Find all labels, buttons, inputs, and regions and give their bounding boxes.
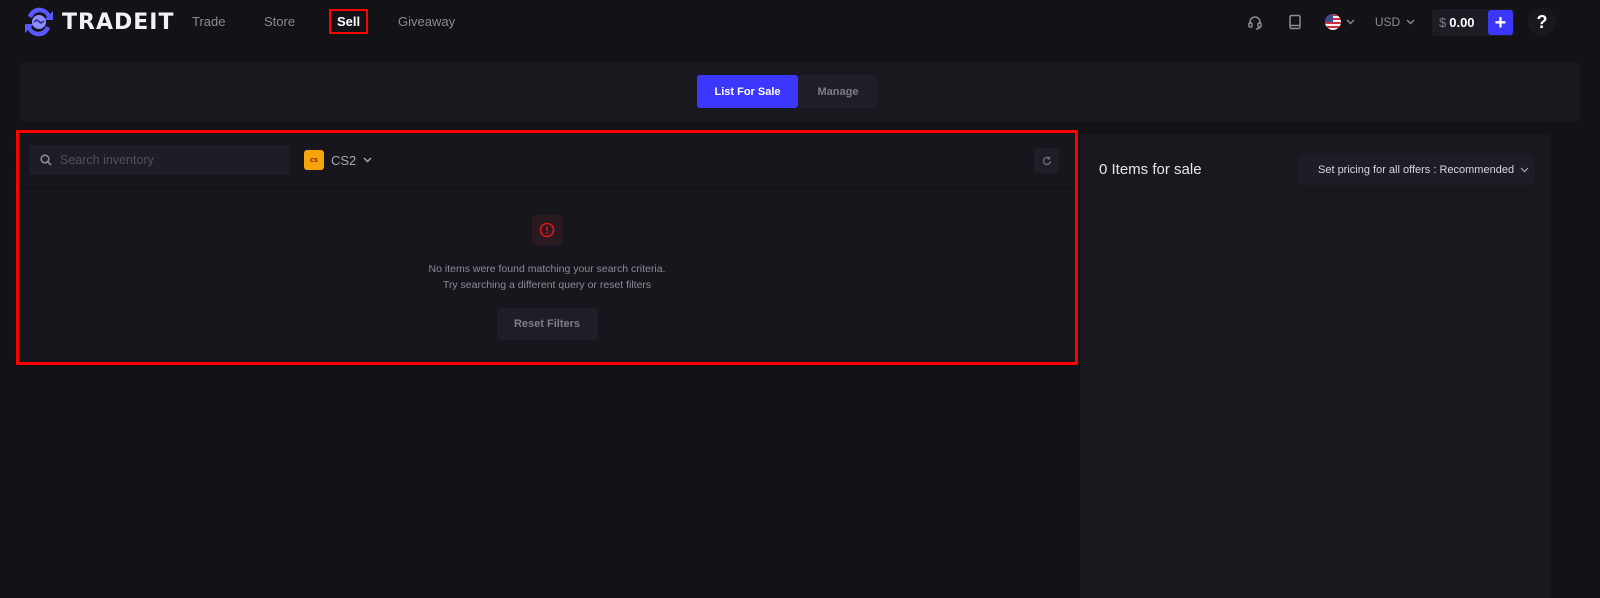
sell-tabs-panel: List For Sale Manage (20, 63, 1580, 121)
game-select[interactable]: cs CS2 (304, 149, 372, 171)
refresh-icon (1042, 156, 1051, 165)
search-box (29, 145, 289, 175)
support-button[interactable] (1245, 8, 1265, 36)
top-navigation: TRADEIT Trade Store Sell Giveaway USD $ … (0, 0, 1600, 44)
chevron-down-icon (1520, 167, 1529, 173)
inventory-toolbar: cs CS2 (19, 133, 1075, 188)
balance-currency-symbol: $ (1439, 15, 1447, 30)
tab-manage[interactable]: Manage (798, 75, 878, 108)
tradeit-logo[interactable]: TRADEIT (20, 6, 174, 38)
brand-name: TRADEIT (62, 9, 175, 35)
us-flag-icon (1325, 14, 1341, 30)
search-icon (40, 154, 52, 166)
pricing-dropdown[interactable]: Set pricing for all offers : Recommended (1298, 155, 1535, 185)
search-input[interactable] (60, 153, 275, 167)
chevron-down-icon (1406, 19, 1415, 25)
book-icon (1289, 14, 1301, 30)
items-for-sale-count: 0 Items for sale (1099, 161, 1202, 178)
help-button[interactable]: ? (1528, 8, 1556, 36)
tab-list-for-sale[interactable]: List For Sale (697, 75, 798, 108)
nav-store[interactable]: Store (258, 10, 301, 33)
chevron-down-icon (363, 157, 372, 163)
game-name: CS2 (331, 152, 357, 168)
reset-filters-button[interactable]: Reset Filters (496, 308, 598, 340)
alert-circle-icon (539, 222, 555, 238)
inventory-panel: cs CS2 No items were found matching your… (16, 130, 1078, 365)
chevron-down-icon (1346, 19, 1355, 25)
empty-message: No items were found matching your search… (19, 261, 1075, 293)
nav-giveaway[interactable]: Giveaway (392, 10, 461, 33)
headset-icon (1248, 16, 1262, 30)
nav-trade[interactable]: Trade (186, 10, 231, 33)
logo-icon (25, 7, 53, 37)
empty-message-line2: Try searching a different query or reset… (442, 279, 652, 291)
empty-state: No items were found matching your search… (19, 215, 1075, 340)
error-badge (532, 215, 562, 245)
pricing-label: Set pricing for all offers : Recommended (1318, 164, 1515, 176)
currency-label: USD (1374, 15, 1401, 29)
add-funds-button[interactable]: + (1488, 10, 1513, 35)
cs2-logo-icon: cs (304, 150, 324, 170)
language-select[interactable] (1322, 8, 1358, 36)
nav-sell[interactable]: Sell (329, 9, 369, 34)
guide-button[interactable] (1285, 8, 1305, 36)
refresh-button[interactable] (1034, 148, 1059, 173)
sale-panel: 0 Items for sale Set pricing for all off… (1080, 135, 1550, 598)
empty-message-line1: No items were found matching your search… (428, 263, 666, 275)
currency-select[interactable]: USD (1372, 8, 1418, 36)
balance-amount: 0.00 (1449, 15, 1475, 30)
